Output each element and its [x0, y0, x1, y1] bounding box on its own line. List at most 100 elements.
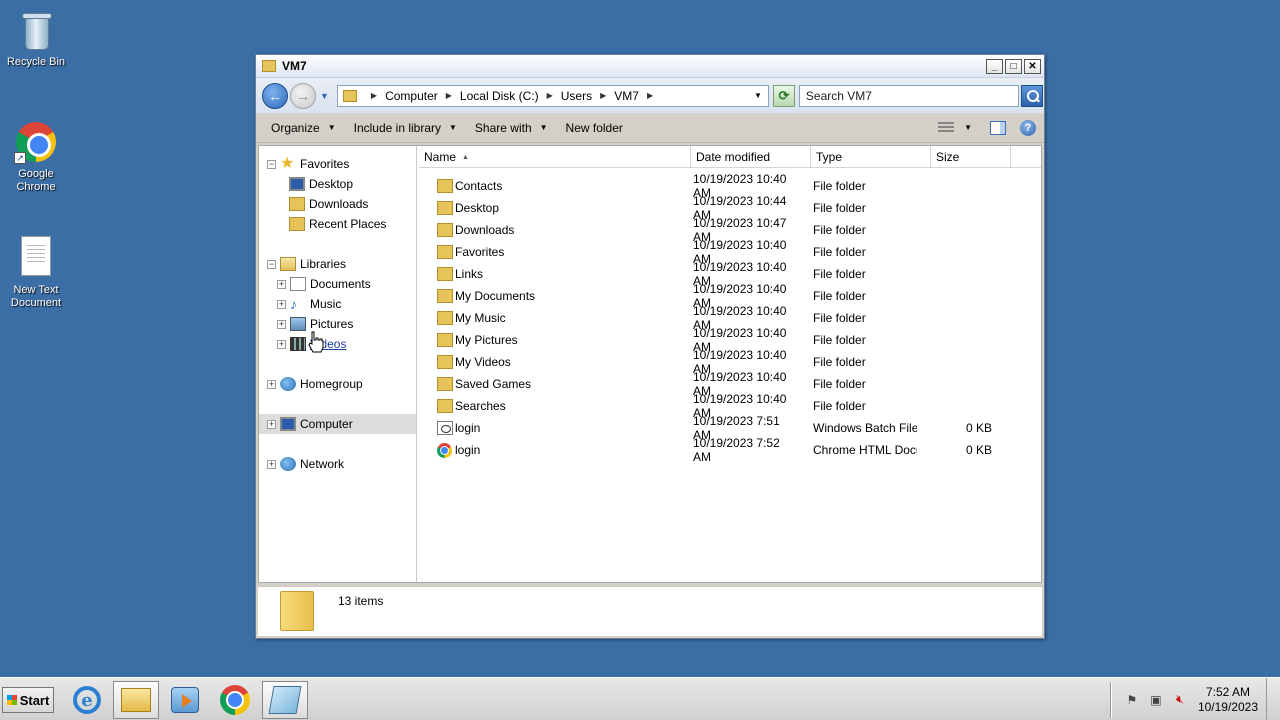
expand-icon[interactable]: +: [277, 339, 286, 349]
taskbar-chrome[interactable]: [212, 681, 258, 719]
expand-icon[interactable]: +: [267, 459, 276, 469]
file-type-cell: File folder: [813, 377, 866, 391]
expand-icon[interactable]: +: [267, 379, 276, 389]
file-name: Links: [455, 267, 484, 281]
nav-favorites[interactable]: − ★ Favorites: [267, 154, 349, 174]
file-type-cell: File folder: [813, 267, 866, 281]
column-header-size[interactable]: Size: [931, 146, 1011, 168]
nav-libraries[interactable]: − Libraries: [267, 254, 346, 274]
file-name-cell: My Documents: [419, 289, 677, 303]
item-count: 13 items: [338, 594, 384, 608]
back-button[interactable]: ←: [262, 82, 288, 109]
file-name-cell: Favorites: [419, 245, 677, 259]
taskbar-windows-explorer[interactable]: [113, 681, 159, 719]
expand-icon[interactable]: +: [267, 419, 276, 429]
search-placeholder: Search VM7: [805, 88, 872, 103]
address-bar[interactable]: ▶ Computer ▶ Local Disk (C:) ▶ Users ▶ VM7 ▶…: [336, 84, 769, 107]
file-row[interactable]: login 10/19/2023 7:52 AM Chrome HTML Docu.…: [419, 436, 1019, 464]
volume-muted-icon[interactable]: 🔇︎: [1172, 692, 1188, 708]
help-icon[interactable]: ?: [1020, 119, 1036, 136]
desktop-icon: [289, 177, 305, 191]
nav-item-recent-places[interactable]: Recent Places: [289, 214, 386, 234]
explorer-window: VM7 _ □ ✕ ← → ▼ ▶ Computer ▶ Local Disk (…: [255, 54, 1045, 639]
taskbar-internet-explorer[interactable]: e: [64, 681, 110, 719]
collapse-icon[interactable]: −: [267, 259, 276, 269]
downloads-folder-icon: [289, 197, 305, 211]
change-view-icon[interactable]: [938, 121, 955, 134]
nav-homegroup[interactable]: + Homegroup: [267, 374, 363, 394]
batch-file-icon: [437, 421, 453, 435]
desktop-icon-recycle-bin[interactable]: Recycle Bin: [0, 8, 72, 69]
nav-computer[interactable]: + Computer: [259, 414, 416, 434]
desktop-folder-icon: [437, 201, 453, 215]
new-folder-button[interactable]: New folder: [557, 121, 632, 135]
breadcrumb[interactable]: Local Disk (C:) ▶: [460, 89, 561, 103]
documents-icon: [290, 277, 306, 291]
address-dropdown-icon[interactable]: ▼: [754, 91, 762, 100]
file-type-cell: Windows Batch File: [813, 421, 917, 435]
column-header-date-modified[interactable]: Date modified: [691, 146, 811, 168]
videos-folder-icon: [437, 355, 453, 369]
preview-pane-icon[interactable]: [990, 120, 1006, 135]
computer-icon: [280, 417, 296, 431]
videos-icon: [290, 337, 306, 351]
file-name: Desktop: [455, 201, 500, 215]
notepad-icon: [268, 686, 302, 714]
action-center-flag-icon[interactable]: ⚑: [1124, 692, 1140, 708]
breadcrumb[interactable]: VM7 ▶: [614, 89, 661, 103]
searches-folder-icon: [437, 399, 453, 413]
folder-icon: [280, 591, 314, 631]
start-button[interactable]: Start: [2, 687, 54, 713]
desktop-icon-google-chrome[interactable]: ↗ Google Chrome: [0, 120, 72, 194]
breadcrumb[interactable]: Users ▶: [561, 89, 615, 103]
refresh-button[interactable]: ⟳: [772, 84, 795, 107]
expand-icon[interactable]: +: [277, 299, 286, 309]
column-header-type[interactable]: Type: [811, 146, 931, 168]
sort-ascending-icon: ▲: [462, 153, 469, 161]
file-name: login: [455, 443, 481, 457]
address-row: ← → ▼ ▶ Computer ▶ Local Disk (C:) ▶ Users…: [256, 78, 1044, 113]
documents-folder-icon: [437, 289, 453, 303]
nav-network[interactable]: + Network: [267, 454, 344, 474]
nav-item-documents[interactable]: + Documents: [277, 274, 371, 294]
desktop-icon-new-text-document[interactable]: New Text Document: [0, 236, 72, 310]
search-icon[interactable]: [1020, 84, 1043, 107]
file-type-cell: File folder: [813, 223, 866, 237]
view-options-dropdown-icon[interactable]: ▼: [964, 123, 972, 132]
include-in-library-button[interactable]: Include in library ▼: [345, 121, 466, 135]
taskbar-notepad[interactable]: [262, 681, 308, 719]
desktop-icon-label: Google Chrome: [16, 168, 56, 193]
collapse-icon[interactable]: −: [267, 159, 276, 169]
forward-button[interactable]: →: [290, 82, 316, 109]
clock[interactable]: 7:52 AM 10/19/2023: [1198, 685, 1258, 715]
column-headers: Name ▲ Date modified Type Size: [419, 146, 1041, 168]
expand-icon[interactable]: +: [277, 279, 286, 289]
nav-item-desktop[interactable]: Desktop: [289, 174, 353, 194]
network-tray-icon[interactable]: ▣: [1148, 692, 1164, 708]
close-button[interactable]: ✕: [1024, 58, 1041, 74]
share-with-button[interactable]: Share with ▼: [466, 121, 557, 135]
minimize-button[interactable]: _: [986, 58, 1003, 74]
search-input[interactable]: Search VM7: [798, 84, 1019, 107]
media-player-icon: [171, 687, 199, 713]
nav-item-music[interactable]: + ♪ Music: [277, 294, 341, 314]
file-type-cell: File folder: [813, 179, 866, 193]
libraries-icon: [280, 257, 296, 271]
nav-item-downloads[interactable]: Downloads: [289, 194, 368, 214]
taskbar-media-player[interactable]: [162, 681, 208, 719]
file-name-cell: My Pictures: [419, 333, 677, 347]
recent-pages-dropdown-icon[interactable]: ▼: [320, 91, 329, 101]
favorites-folder-icon: [437, 245, 453, 259]
file-type-cell: File folder: [813, 333, 866, 347]
expand-icon[interactable]: +: [277, 319, 286, 329]
column-header-name[interactable]: Name ▲: [419, 146, 691, 168]
show-desktop-button[interactable]: [1266, 678, 1280, 720]
breadcrumb[interactable]: Computer ▶: [385, 89, 460, 103]
taskbar: Start e ⚑ ▣ 🔇︎ 7:52 AM 10/19/2023: [0, 677, 1280, 720]
file-name-cell: Desktop: [419, 201, 677, 215]
organize-button[interactable]: Organize ▼: [262, 121, 345, 135]
maximize-button[interactable]: □: [1005, 58, 1022, 74]
title-bar[interactable]: VM7 _ □ ✕: [256, 55, 1044, 78]
file-type-cell: File folder: [813, 355, 866, 369]
breadcrumb-root-arrow[interactable]: ▶: [363, 91, 385, 100]
